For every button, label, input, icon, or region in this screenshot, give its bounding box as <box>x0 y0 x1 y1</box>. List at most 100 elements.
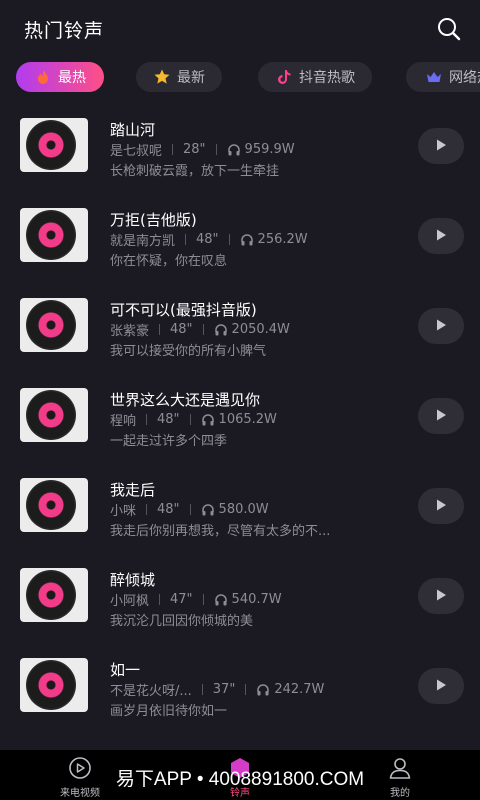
list-item[interactable]: 踏山河 是七叔呢 28" 959.9W 长枪刺破云霞，放下一生牵挂 <box>0 100 480 190</box>
duration: 37" <box>212 682 236 697</box>
play-count: 540.7W <box>231 592 282 607</box>
headphones-icon <box>201 503 215 517</box>
search-icon[interactable] <box>436 16 462 42</box>
divider <box>201 684 203 695</box>
duration: 48" <box>196 232 219 247</box>
artist-name: 程响 <box>110 414 137 429</box>
duration: 47" <box>170 592 193 607</box>
star-icon <box>153 68 171 86</box>
tab-douyin-hot[interactable]: 抖音热歌 <box>258 62 372 92</box>
song-title: 醉倾城 <box>110 571 156 589</box>
divider <box>159 594 161 605</box>
song-title: 万拒(吉他版) <box>110 211 197 229</box>
song-title: 如一 <box>110 661 141 679</box>
tab-label: 最热 <box>58 70 86 86</box>
vinyl-disc-icon <box>26 480 76 530</box>
song-lyric: 长枪刺破云霞，放下一生牵挂 <box>110 164 280 179</box>
tab-newest[interactable]: 最新 <box>136 62 222 92</box>
play-icon <box>434 587 448 606</box>
song-lyric: 你在怀疑，你在叹息 <box>110 254 228 269</box>
divider <box>185 234 187 245</box>
list-item[interactable]: 世界这么大还是遇见你 程响 48" 1065.2W 一起走过许多个四季 <box>0 370 480 460</box>
play-count: 580.0W <box>218 502 269 517</box>
play-icon <box>434 137 448 156</box>
tab-label: 最新 <box>177 70 205 86</box>
play-icon <box>434 407 448 426</box>
headphones-icon <box>201 413 215 427</box>
page-title: 热门铃声 <box>24 20 105 42</box>
play-button[interactable] <box>418 128 464 164</box>
play-button[interactable] <box>418 578 464 614</box>
play-button[interactable] <box>418 668 464 704</box>
headphones-icon <box>240 233 254 247</box>
song-meta: 就是南方凯 48" 256.2W <box>110 230 308 249</box>
play-icon <box>434 497 448 516</box>
play-count: 256.2W <box>257 232 308 247</box>
play-button[interactable] <box>418 488 464 524</box>
vinyl-disc-icon <box>26 570 76 620</box>
headphones-icon <box>256 683 270 697</box>
artist-name: 不是花火呀/... <box>110 684 192 699</box>
tab-internet-hot[interactable]: 网络热 <box>406 62 480 92</box>
album-cover <box>20 118 88 172</box>
song-title: 世界这么大还是遇见你 <box>110 391 261 409</box>
album-cover <box>20 658 88 712</box>
play-button[interactable] <box>418 308 464 344</box>
list-item[interactable]: 如一 不是花火呀/... 37" 242.7W 画岁月依旧待你如一 <box>0 640 480 730</box>
header: 热门铃声 <box>0 0 480 58</box>
album-cover <box>20 208 88 262</box>
artist-name: 张紫豪 <box>110 324 150 339</box>
play-count: 1065.2W <box>218 412 277 427</box>
divider <box>189 414 191 425</box>
play-icon <box>434 227 448 246</box>
vinyl-disc-icon <box>26 300 76 350</box>
song-lyric: 我可以接受你的所有小脾气 <box>110 344 267 359</box>
song-lyric: 画岁月依旧待你如一 <box>110 704 228 719</box>
song-meta: 不是花火呀/... 37" 242.7W <box>110 680 324 699</box>
duration: 48" <box>157 502 180 517</box>
tab-label: 网络热 <box>449 70 480 86</box>
vinyl-disc-icon <box>26 660 76 710</box>
play-count: 242.7W <box>274 682 325 697</box>
headphones-icon <box>214 593 228 607</box>
divider <box>159 324 161 335</box>
song-title: 可不可以(最强抖音版) <box>110 301 257 319</box>
divider <box>245 684 247 695</box>
album-cover <box>20 478 88 532</box>
play-button[interactable] <box>418 218 464 254</box>
fire-icon <box>34 68 52 86</box>
artist-name: 小咪 <box>110 504 137 519</box>
play-count: 959.9W <box>244 142 295 157</box>
douyin-icon <box>275 68 293 86</box>
list-item[interactable]: 万拒(吉他版) 就是南方凯 48" 256.2W 你在怀疑，你在叹息 <box>0 190 480 280</box>
play-icon <box>434 317 448 336</box>
duration: 28" <box>183 142 206 157</box>
song-meta: 小咪 48" 580.0W <box>110 500 269 519</box>
category-tabs: 最热 最新 抖音热歌 网络热 <box>0 60 480 96</box>
divider <box>172 144 174 155</box>
song-meta: 是七叔呢 28" 959.9W <box>110 140 295 159</box>
song-meta: 张紫豪 48" 2050.4W <box>110 320 290 339</box>
artist-name: 就是南方凯 <box>110 234 176 249</box>
vinyl-disc-icon <box>26 390 76 440</box>
song-title: 我走后 <box>110 481 156 499</box>
song-lyric: 我沉沦几回因你倾城的美 <box>110 614 254 629</box>
list-item[interactable]: 醉倾城 小阿枫 47" 540.7W 我沉沦几回因你倾城的美 <box>0 550 480 640</box>
play-icon <box>434 677 448 696</box>
divider <box>146 414 148 425</box>
list-item[interactable]: 可不可以(最强抖音版) 张紫豪 48" 2050.4W 我可以接受你的所有小脾气 <box>0 280 480 370</box>
divider <box>215 144 217 155</box>
song-meta: 程响 48" 1065.2W <box>110 410 277 429</box>
song-lyric: 一起走过许多个四季 <box>110 434 228 449</box>
vinyl-disc-icon <box>26 120 76 170</box>
play-button[interactable] <box>418 398 464 434</box>
headphones-icon <box>227 143 241 157</box>
tab-label: 抖音热歌 <box>299 70 355 86</box>
list-item[interactable]: 我走后 小咪 48" 580.0W 我走后你别再想我，尽管有太多的不... <box>0 460 480 550</box>
duration: 48" <box>170 322 193 337</box>
song-meta: 小阿枫 47" 540.7W <box>110 590 282 609</box>
album-cover <box>20 568 88 622</box>
artist-name: 是七叔呢 <box>110 144 163 159</box>
tab-hottest[interactable]: 最热 <box>16 62 104 92</box>
artist-name: 小阿枫 <box>110 594 150 609</box>
